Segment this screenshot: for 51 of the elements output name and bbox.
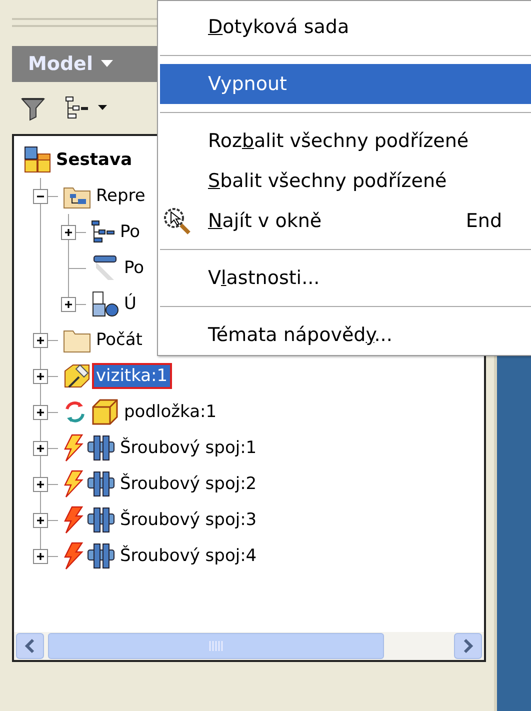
shortcut-label: End	[466, 210, 503, 232]
tree-item[interactable]: Šroubový spoj:2	[118, 473, 259, 495]
menu-item[interactable]: Sbalit všechny podřízené	[160, 161, 531, 201]
expand-icon[interactable]	[33, 332, 48, 348]
caret-icon[interactable]	[98, 105, 107, 111]
tree-item[interactable]: Repre	[94, 185, 148, 207]
tree-item[interactable]: Šroubový spoj:4	[118, 545, 259, 567]
tree-item[interactable]: Sestava	[54, 149, 134, 171]
collapse-icon[interactable]	[33, 188, 48, 204]
lightning-icon	[62, 434, 84, 462]
expand-icon[interactable]	[61, 224, 76, 240]
expand-icon[interactable]	[61, 296, 76, 312]
tree-item[interactable]: Šroubový spoj:1	[118, 437, 259, 459]
expand-icon[interactable]	[33, 476, 48, 492]
assembly-icon	[22, 145, 52, 175]
tree-item[interactable]: vizitka:1	[94, 365, 170, 387]
lightning-icon	[62, 542, 84, 570]
expand-icon[interactable]	[33, 404, 48, 420]
menu-item[interactable]: Najít v okně End	[160, 201, 531, 241]
menu-item[interactable]: Rozbalit všechny podřízené	[160, 121, 531, 161]
menu-item[interactable]: Témata nápovědy...	[160, 315, 531, 355]
tree-item[interactable]: podložka:1	[122, 401, 219, 423]
magnifier-icon	[162, 206, 192, 236]
scroll-thumb[interactable]	[48, 633, 384, 659]
scroll-left-icon[interactable]	[16, 633, 44, 659]
hierarchy-icon	[90, 219, 116, 245]
expand-icon[interactable]	[33, 548, 48, 564]
scroll-right-icon[interactable]	[454, 633, 482, 659]
expand-icon[interactable]	[33, 440, 48, 456]
expand-icon[interactable]	[33, 368, 48, 384]
tree-item[interactable]: Po	[122, 257, 146, 279]
filter-icon[interactable]	[20, 95, 46, 121]
hierarchy-icon[interactable]	[64, 95, 90, 121]
bolt-joint-icon	[86, 542, 116, 570]
bolt-joint-icon	[86, 506, 116, 534]
horizontal-scrollbar[interactable]	[14, 632, 484, 660]
tree-item[interactable]: Počát	[94, 329, 144, 351]
bolt-joint-icon	[86, 470, 116, 498]
menu-item[interactable]: Vlastnosti...	[160, 258, 531, 298]
tree-item[interactable]: Po	[118, 221, 142, 243]
detail-icon	[90, 290, 120, 318]
tree-item[interactable]: Šroubový spoj:3	[118, 509, 259, 531]
menu-item[interactable]: Dotyková sada	[160, 7, 531, 47]
bolt-joint-icon	[86, 434, 116, 462]
menu-item[interactable]: Vypnout	[160, 64, 531, 104]
lightning-icon	[62, 506, 84, 534]
part-icon	[90, 397, 120, 427]
dropdown-arrow-icon[interactable]	[100, 60, 113, 68]
lightning-icon	[62, 470, 84, 498]
tree-item[interactable]: Ú	[122, 293, 138, 315]
expand-icon[interactable]	[33, 512, 48, 528]
